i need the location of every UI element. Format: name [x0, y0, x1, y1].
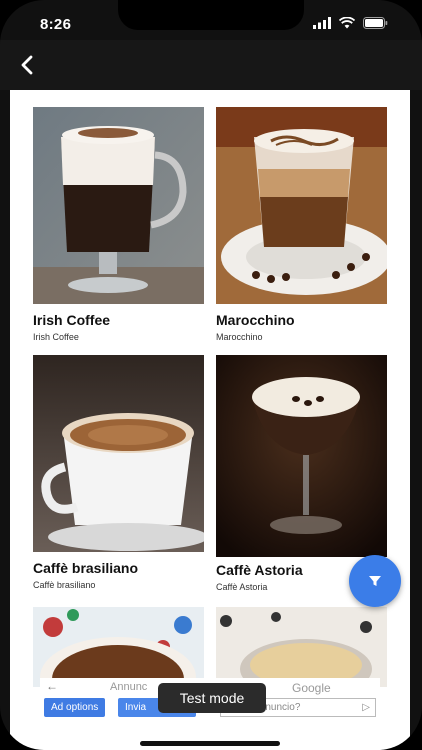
coffee-photo	[33, 355, 204, 552]
ad-text-left: Annunc	[110, 681, 148, 693]
wifi-icon	[339, 17, 355, 29]
coffee-photo	[33, 607, 204, 687]
coffee-card-irish-coffee[interactable]: Irish Coffee Irish Coffee	[33, 107, 204, 342]
coffee-grid-screen: Irish Coffee Irish Coffee Marocchino Mar…	[10, 90, 410, 750]
coffee-photo	[216, 355, 387, 557]
coffee-subtitle: Marocchino	[216, 332, 263, 342]
status-time: 8:26	[40, 16, 72, 33]
coffee-subtitle: Irish Coffee	[33, 332, 79, 342]
app-bar	[0, 40, 422, 90]
test-mode-toast: Test mode	[158, 683, 266, 713]
phone-frame: 8:26 Irish Coffee Irish Coffee Marocchin…	[0, 0, 422, 750]
coffee-subtitle: Caffè brasiliano	[33, 580, 96, 590]
coffee-card-marocchino[interactable]: Marocchino Marocchino	[216, 107, 387, 342]
coffee-title: Caffè brasiliano	[33, 560, 139, 576]
ad-options-button[interactable]: Ad options	[44, 698, 106, 717]
arrow-left-icon[interactable]: ←	[46, 679, 58, 693]
filter-icon	[369, 576, 381, 586]
coffee-photo	[216, 607, 387, 687]
coffee-photo	[33, 107, 204, 304]
home-indicator[interactable]	[140, 741, 280, 746]
chevron-left-icon	[21, 55, 33, 75]
ad-text-right: Google	[292, 681, 331, 695]
coffee-card-6[interactable]	[216, 607, 387, 687]
coffee-card-caffe-brasiliano[interactable]: Caffè brasiliano Caffè brasiliano	[33, 355, 204, 590]
battery-icon	[363, 17, 388, 29]
coffee-title: Irish Coffee	[33, 312, 111, 328]
coffee-photo	[216, 107, 387, 304]
status-icons	[313, 17, 388, 29]
notch	[118, 0, 304, 30]
coffee-card-caffe-astoria[interactable]: Caffè Astoria Caffè Astoria	[216, 355, 387, 592]
back-button[interactable]	[14, 52, 40, 78]
signal-icon	[313, 17, 331, 29]
coffee-card-5[interactable]	[33, 607, 204, 687]
play-icon: ▷	[362, 702, 370, 713]
filter-button[interactable]	[349, 555, 401, 607]
coffee-title: Marocchino	[216, 312, 295, 328]
